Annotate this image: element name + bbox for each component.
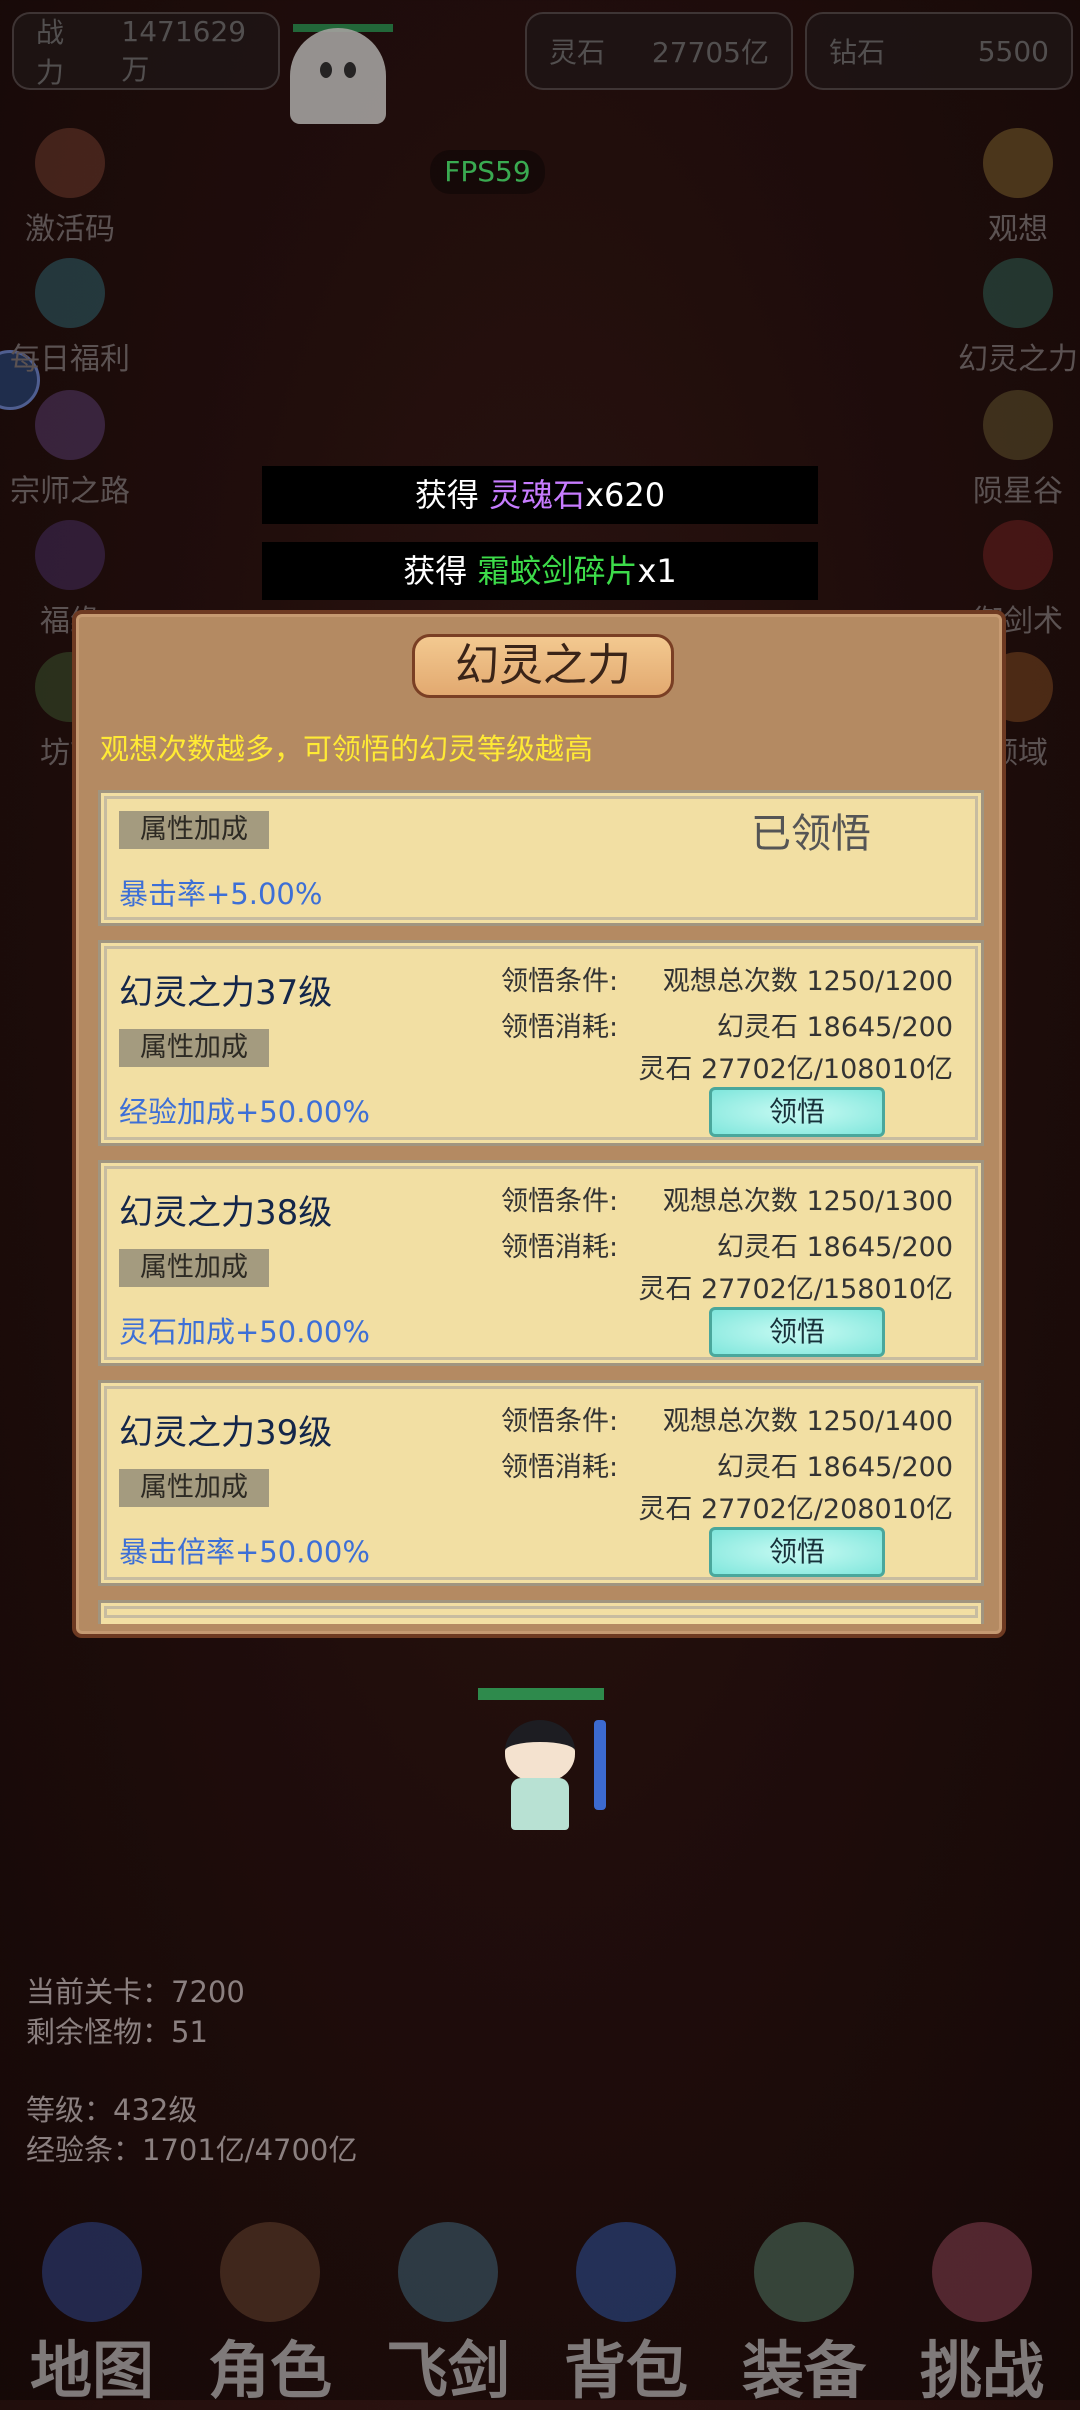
dialog-hint: 观想次数越多，可领悟的幻灵等级越高 xyxy=(100,732,594,766)
cost-spirit-stone: 灵石 27702亿/158010亿 xyxy=(638,1274,953,1305)
attribute-bonus: 经验加成+50.00% xyxy=(119,1095,370,1129)
nav-label: 背包 xyxy=(563,2334,688,2407)
hero-sword xyxy=(594,1720,606,1810)
cost-label: 领悟消耗: xyxy=(501,1232,619,1263)
toast-item: 霜蛟剑碎片 xyxy=(477,552,638,590)
current-stage: 当前关卡：7200 xyxy=(26,1975,245,2009)
toast-prefix: 获得 xyxy=(403,552,478,590)
comprehend-button[interactable]: 领悟 xyxy=(709,1087,885,1137)
attribute-bonus: 灵石加成+50.00% xyxy=(119,1315,370,1349)
flying-sword-icon xyxy=(398,2222,498,2322)
cost-spirit-stone: 灵石 27702亿/208010亿 xyxy=(638,1494,953,1525)
stage-info: 当前关卡：7200 剩余怪物：51 xyxy=(26,1972,245,2052)
cost-phantom-stone: 幻灵石 18645/200 xyxy=(716,1232,953,1263)
player-info: 等级：432级 经验条：1701亿/4700亿 xyxy=(26,2090,357,2170)
player-exp: 经验条：1701亿/4700亿 xyxy=(26,2133,358,2167)
condition-label: 领悟条件: xyxy=(501,1186,619,1217)
toast-item: 灵魂石 xyxy=(489,476,586,514)
phantom-level-card-learned: 属性加成 暴击率+5.00% 已领悟 xyxy=(98,790,984,926)
cost-spirit-stone: 灵石 27702亿/108010亿 xyxy=(638,1054,953,1085)
attribute-bonus: 暴击率+5.00% xyxy=(119,877,323,911)
challenge-icon xyxy=(932,2222,1032,2322)
phantom-level-card: 幻灵之力37级 属性加成 经验加成+50.00% 领悟条件: 观想总次数 125… xyxy=(98,940,984,1146)
condition-value: 观想总次数 1250/1300 xyxy=(662,1186,953,1217)
level-name: 幻灵之力39级 xyxy=(119,1413,333,1453)
nav-label: 装备 xyxy=(741,2334,866,2407)
comprehend-button[interactable]: 领悟 xyxy=(709,1307,885,1357)
phantom-level-card: 幻灵之力38级 属性加成 灵石加成+50.00% 领悟条件: 观想总次数 125… xyxy=(98,1160,984,1366)
toast-count: x1 xyxy=(637,552,677,590)
attribute-tag: 属性加成 xyxy=(119,1249,269,1287)
comprehend-button[interactable]: 领悟 xyxy=(709,1527,885,1577)
equipment-icon xyxy=(754,2222,854,2322)
hero-health-bar xyxy=(478,1688,604,1700)
toast-prefix: 获得 xyxy=(414,476,490,514)
level-name: 幻灵之力38级 xyxy=(119,1193,333,1233)
condition-label: 领悟条件: xyxy=(501,966,619,997)
nav-challenge[interactable]: 挑战 xyxy=(894,2210,1070,2407)
nav-label: 挑战 xyxy=(919,2334,1044,2407)
phantom-level-card: 幻灵之力39级 属性加成 暴击倍率+50.00% 领悟条件: 观想总次数 125… xyxy=(98,1380,984,1586)
hero-head xyxy=(505,1720,575,1782)
reward-toast: 获得 灵魂石x620 xyxy=(262,466,818,524)
cost-phantom-stone: 幻灵石 18645/200 xyxy=(716,1452,953,1483)
condition-label: 领悟条件: xyxy=(501,1406,619,1437)
nav-flying-sword[interactable]: 飞剑 xyxy=(360,2210,536,2407)
player-level: 等级：432级 xyxy=(26,2093,198,2127)
toast-count: x620 xyxy=(585,476,666,514)
dialog-title: 幻灵之力 xyxy=(412,634,674,698)
attribute-tag: 属性加成 xyxy=(119,1469,269,1507)
level-name: 幻灵之力37级 xyxy=(119,973,333,1013)
nav-map[interactable]: 地图 xyxy=(4,2210,180,2407)
attribute-tag: 属性加成 xyxy=(119,1029,269,1067)
attribute-tag: 属性加成 xyxy=(119,811,269,849)
phantom-level-card-partial xyxy=(98,1600,984,1624)
phantom-power-dialog: 幻灵之力 观想次数越多，可领悟的幻灵等级越高 属性加成 暴击率+5.00% 已领… xyxy=(72,610,1006,1638)
nav-label: 角色 xyxy=(207,2334,332,2407)
nav-bag[interactable]: 背包 xyxy=(538,2210,714,2407)
condition-value: 观想总次数 1250/1400 xyxy=(662,1406,953,1437)
cost-label: 领悟消耗: xyxy=(501,1452,619,1483)
character-icon xyxy=(220,2222,320,2322)
map-icon xyxy=(42,2222,142,2322)
reward-toast: 获得 霜蛟剑碎片x1 xyxy=(262,542,818,600)
nav-equipment[interactable]: 装备 xyxy=(716,2210,892,2407)
attribute-bonus: 暴击倍率+50.00% xyxy=(119,1535,370,1569)
cost-label: 领悟消耗: xyxy=(501,1012,619,1043)
cost-phantom-stone: 幻灵石 18645/200 xyxy=(716,1012,953,1043)
learned-status: 已领悟 xyxy=(751,811,871,857)
nav-label: 地图 xyxy=(29,2334,154,2407)
bag-icon xyxy=(576,2222,676,2322)
bottom-nav: 地图 角色 飞剑 背包 装备 挑战 xyxy=(0,2210,1080,2407)
nav-character[interactable]: 角色 xyxy=(182,2210,358,2407)
nav-label: 飞剑 xyxy=(385,2334,510,2407)
condition-value: 观想总次数 1250/1200 xyxy=(662,966,953,997)
hero-robe xyxy=(511,1778,569,1830)
remaining-monsters: 剩余怪物：51 xyxy=(26,2015,208,2049)
hero-character xyxy=(505,1720,575,1830)
